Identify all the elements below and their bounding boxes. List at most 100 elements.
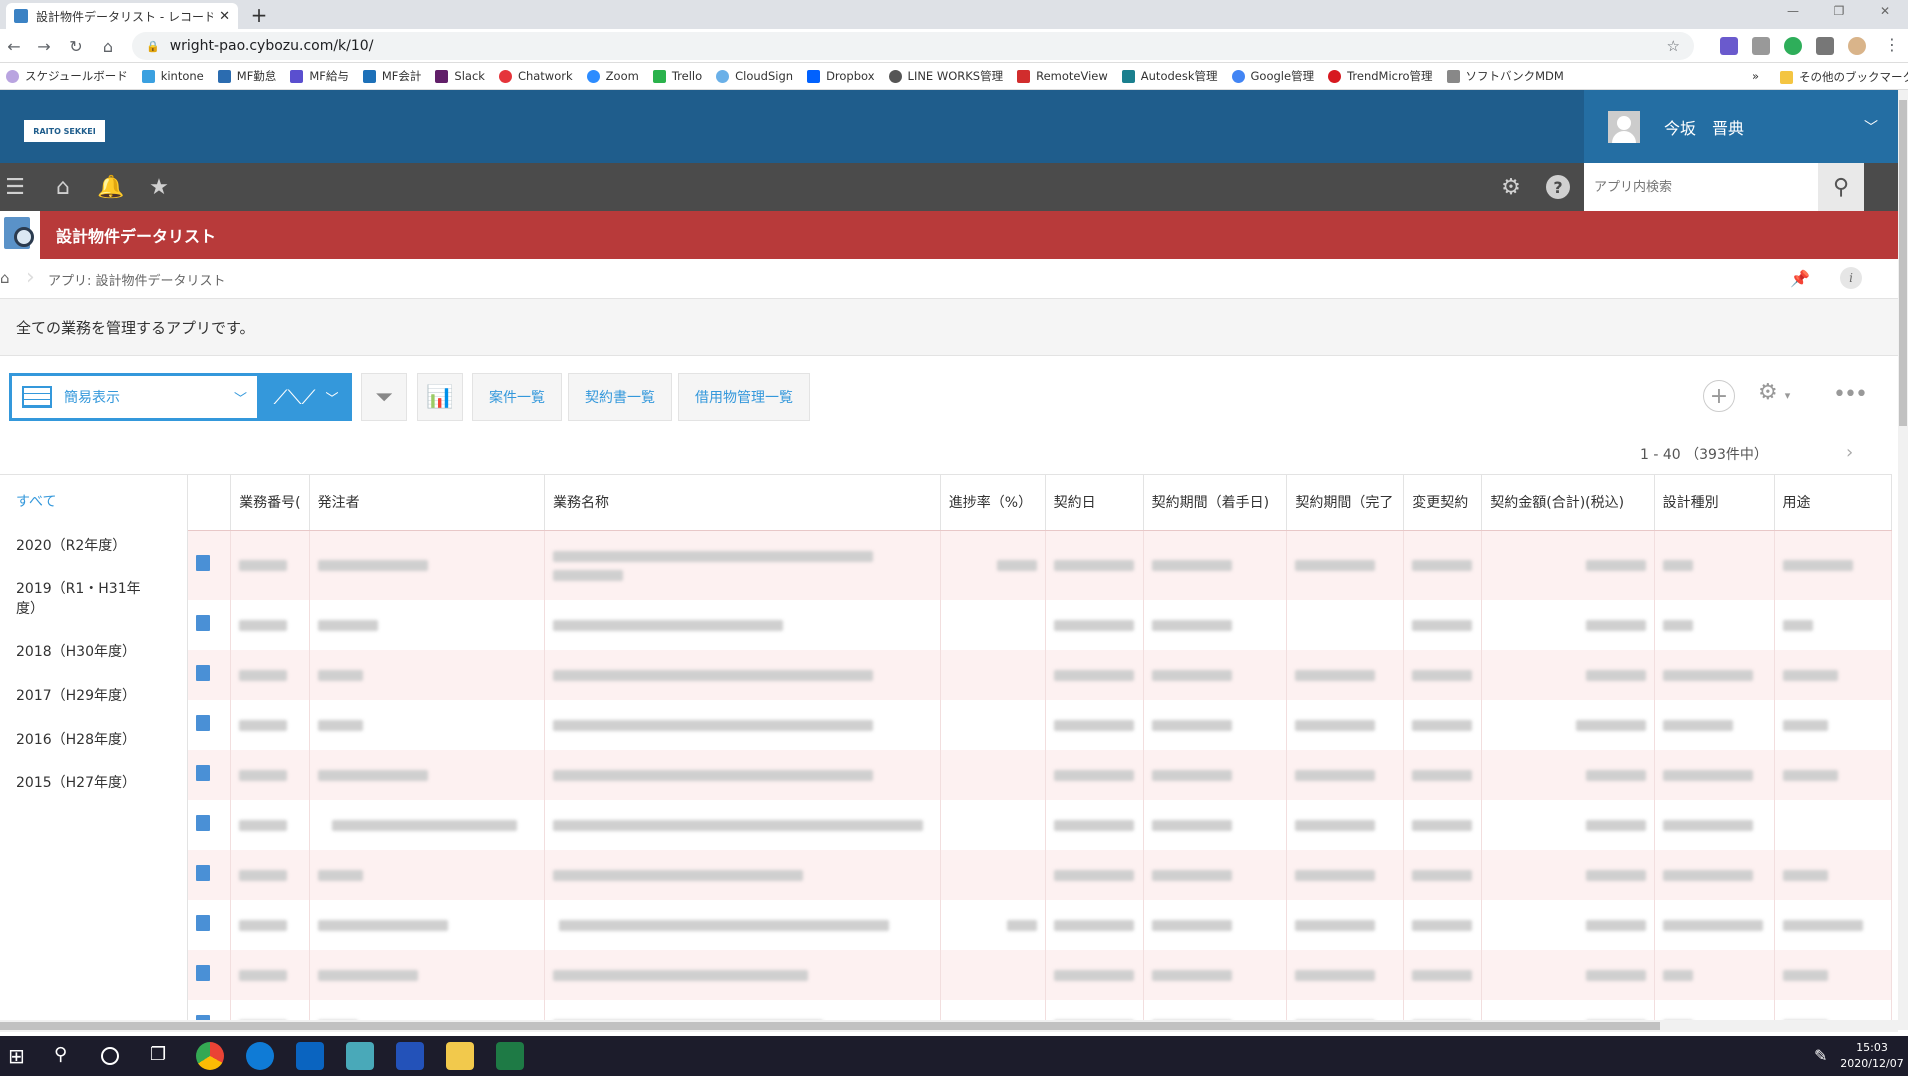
browser-tab[interactable]: 設計物件データリスト - レコードの一覧 ✕ — [6, 3, 238, 29]
windows-start-icon[interactable]: ⊞ — [8, 1045, 30, 1067]
extension-icon[interactable] — [1720, 37, 1738, 55]
excel-icon[interactable] — [496, 1042, 524, 1070]
bookmark-item[interactable]: LINE WORKS管理 — [888, 68, 1003, 84]
record-detail-icon[interactable] — [188, 1000, 232, 1020]
more-options-icon[interactable]: ••• — [1833, 382, 1868, 407]
bookmark-item[interactable]: Zoom — [586, 69, 639, 83]
edge-icon[interactable] — [246, 1042, 274, 1070]
info-icon[interactable]: i — [1840, 267, 1862, 289]
profile-avatar-icon[interactable] — [1848, 37, 1866, 55]
extension-icon[interactable] — [1784, 37, 1802, 55]
bookmark-item[interactable]: Trello — [652, 69, 702, 83]
url-bar[interactable]: 🔒 wright-pao.cybozu.com/k/10/ ☆ — [132, 32, 1694, 60]
record-detail-icon[interactable] — [188, 600, 232, 650]
column-header[interactable]: 進捗率（%） — [940, 475, 1046, 531]
pin-icon[interactable]: 📌 — [1790, 269, 1810, 288]
back-arrow-icon[interactable]: ← — [2, 34, 26, 58]
home-icon[interactable]: ⌂ — [50, 175, 76, 200]
home-icon[interactable]: ⌂ — [96, 34, 120, 58]
bookmark-item[interactable]: Google管理 — [1231, 68, 1314, 84]
bell-icon[interactable]: 🔔 — [97, 175, 124, 200]
filter-item-all[interactable]: すべて — [0, 481, 187, 525]
help-icon[interactable]: ? — [1546, 175, 1570, 199]
bookmark-item[interactable]: kintone — [141, 69, 204, 83]
record-detail-icon[interactable] — [188, 800, 232, 850]
restore-icon[interactable]: ❐ — [1816, 0, 1862, 22]
company-logo[interactable]: RAITO SEKKEI — [24, 120, 105, 142]
graph-selector[interactable]: ⟋⟍⟋ ﹀ — [260, 373, 352, 421]
column-header[interactable]: 変更契約 — [1403, 475, 1483, 531]
bar-chart-icon[interactable]: 📊 — [417, 373, 463, 421]
column-header[interactable]: 契約金額(合計)(税込) — [1481, 475, 1655, 531]
bookmark-item[interactable]: スケジュールボード — [6, 68, 128, 84]
vertical-scrollbar-thumb[interactable] — [1899, 100, 1907, 426]
column-header[interactable]: 業務名称 — [544, 475, 941, 531]
bookmark-item[interactable]: MF給与 — [290, 68, 349, 84]
star-icon[interactable]: ★ — [146, 175, 172, 200]
app-title[interactable]: 設計物件データリスト — [56, 211, 216, 259]
filter-item[interactable]: 2018（H30年度） — [0, 631, 187, 675]
bookmark-item[interactable]: Autodesk管理 — [1121, 68, 1218, 84]
case-list-button[interactable]: 案件一覧 — [472, 373, 562, 421]
forward-arrow-icon[interactable]: → — [32, 34, 56, 58]
chrome-icon[interactable] — [196, 1042, 224, 1070]
record-detail-icon[interactable] — [188, 750, 232, 800]
column-header[interactable]: 業務番号( — [230, 475, 310, 531]
filter-item[interactable]: 2016（H28年度） — [0, 719, 187, 763]
new-tab-button[interactable]: + — [246, 3, 272, 27]
system-clock[interactable]: 15:03 2020/12/07 — [1836, 1040, 1908, 1072]
column-header[interactable]: 契約日 — [1045, 475, 1144, 531]
borrowed-items-list-button[interactable]: 借用物管理一覧 — [678, 373, 810, 421]
view-selector[interactable]: 簡易表示 ﹀ — [9, 373, 260, 421]
column-header[interactable]: 設計種別 — [1654, 475, 1775, 531]
puzzle-icon[interactable] — [1816, 37, 1834, 55]
record-detail-icon[interactable] — [188, 650, 232, 700]
column-header[interactable]: 契約期間（着手日) — [1143, 475, 1288, 531]
column-header[interactable]: 発注者 — [309, 475, 546, 531]
column-header[interactable]: 用途 — [1774, 475, 1892, 531]
bookmark-item[interactable]: Dropbox — [807, 69, 875, 83]
minimize-icon[interactable]: — — [1770, 0, 1816, 22]
contract-list-button[interactable]: 契約書一覧 — [568, 373, 672, 421]
cortana-icon[interactable] — [101, 1047, 119, 1065]
bookmark-star-icon[interactable]: ☆ — [1667, 37, 1680, 55]
record-detail-icon[interactable] — [188, 950, 232, 1000]
other-bookmarks-folder[interactable]: その他のブックマーク — [1780, 69, 1908, 85]
gear-icon[interactable]: ⚙ — [1498, 175, 1524, 200]
column-header[interactable]: 契約期間（完了 — [1286, 475, 1405, 531]
filter-item[interactable]: 2019（R1・H31年度） — [0, 568, 160, 631]
filter-icon[interactable]: ⏷ — [361, 373, 407, 421]
hamburger-menu-icon[interactable]: ☰ — [2, 175, 28, 200]
record-detail-icon[interactable] — [188, 530, 232, 600]
bookmark-item[interactable]: Slack — [435, 69, 485, 83]
record-detail-icon[interactable] — [188, 700, 232, 750]
bookmark-item[interactable]: CloudSign — [716, 69, 793, 83]
next-page-icon[interactable]: › — [1846, 442, 1853, 463]
search-icon[interactable]: ⚲ — [54, 1044, 67, 1065]
app-settings-gear-icon[interactable]: ⚙ ▾ — [1758, 380, 1790, 405]
record-detail-icon[interactable] — [188, 900, 232, 950]
horizontal-scrollbar-thumb[interactable] — [0, 1022, 1660, 1030]
bookmark-item[interactable]: MF勤怠 — [217, 68, 276, 84]
home-icon[interactable]: ⌂ — [0, 269, 18, 289]
ce-app-icon[interactable] — [396, 1042, 424, 1070]
user-menu[interactable]: 今坂 晋典 ﹀ — [1584, 90, 1898, 163]
search-icon[interactable]: ⚲ — [1818, 163, 1864, 211]
add-record-button[interactable]: + — [1703, 380, 1735, 412]
task-view-icon[interactable]: ❐ — [150, 1044, 166, 1065]
pen-icon[interactable]: ✎ — [1814, 1046, 1827, 1065]
filter-item[interactable]: 2017（H29年度） — [0, 675, 187, 719]
menu-kebab-icon[interactable]: ⋮ — [1884, 35, 1900, 54]
record-detail-icon[interactable] — [188, 850, 232, 900]
bookmark-item[interactable]: Chatwork — [498, 69, 573, 83]
dreamweaver-icon[interactable] — [346, 1042, 374, 1070]
reload-icon[interactable]: ↻ — [64, 34, 88, 58]
extension-icon[interactable] — [1752, 37, 1770, 55]
bookmark-item[interactable]: TrendMicro管理 — [1328, 68, 1433, 84]
bookmark-item[interactable]: ソフトバンクMDM — [1446, 68, 1564, 84]
bookmarks-overflow-icon[interactable]: » — [1752, 69, 1759, 83]
bookmark-item[interactable]: RemoteView — [1017, 69, 1108, 83]
window-close-icon[interactable]: ✕ — [1862, 0, 1908, 22]
filter-item[interactable]: 2020（R2年度） — [0, 525, 187, 569]
outlook-icon[interactable] — [296, 1042, 324, 1070]
